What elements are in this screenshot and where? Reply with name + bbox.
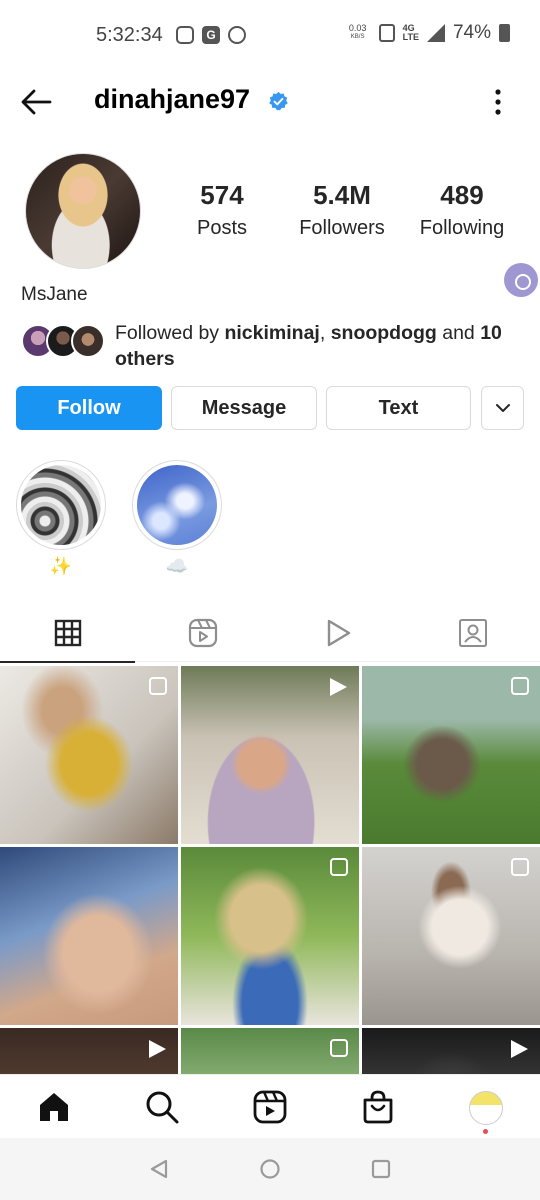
floating-assistive-button[interactable] bbox=[504, 263, 538, 297]
nav-search[interactable] bbox=[144, 1089, 180, 1125]
shopping-bag-icon bbox=[363, 1090, 393, 1124]
verified-badge-icon bbox=[269, 91, 288, 111]
stat-following[interactable]: 489 Following bbox=[414, 180, 510, 240]
stat-followers[interactable]: 5.4M Followers bbox=[292, 180, 392, 240]
instagram-notification-icon bbox=[176, 26, 194, 44]
post-thumbnail[interactable] bbox=[0, 847, 178, 1025]
followed-by-prefix: Followed by bbox=[115, 322, 225, 344]
reel-play-icon bbox=[330, 678, 347, 696]
tagged-person-icon bbox=[458, 619, 487, 647]
profile-header: dinahjane97 bbox=[0, 72, 540, 132]
tab-tagged[interactable] bbox=[405, 604, 540, 662]
nav-profile-avatar[interactable] bbox=[469, 1091, 503, 1125]
signal-icon bbox=[426, 24, 445, 42]
more-options-button[interactable] bbox=[484, 86, 512, 118]
status-bar: 5:32:34 G 0.03 KB/S 4G LTE 74% bbox=[0, 0, 540, 72]
google-notification-icon: G bbox=[202, 26, 220, 44]
followed-by-user-link[interactable]: snoopdogg bbox=[331, 322, 437, 344]
highlight-label: ✨ bbox=[49, 556, 73, 576]
play-icon bbox=[327, 619, 350, 647]
system-navigation-bar bbox=[0, 1138, 540, 1200]
stat-posts-value: 574 bbox=[200, 180, 244, 210]
grid-icon bbox=[54, 619, 81, 647]
mutual-avatar bbox=[71, 324, 105, 358]
tab-grid[interactable] bbox=[0, 604, 135, 663]
stat-posts[interactable]: 574 Posts bbox=[192, 180, 252, 240]
profile-username: dinahjane97 bbox=[94, 84, 251, 114]
post-thumbnail[interactable] bbox=[181, 1028, 359, 1076]
post-thumbnail[interactable] bbox=[362, 847, 540, 1025]
vertical-dots-icon bbox=[495, 89, 501, 115]
profile-display-name: MsJane bbox=[21, 284, 88, 305]
status-system-icons: 0.03 KB/S 4G LTE 74% bbox=[345, 22, 510, 44]
highlight-image bbox=[21, 465, 101, 545]
message-button[interactable]: Message bbox=[171, 386, 317, 430]
post-thumbnail[interactable] bbox=[0, 666, 178, 844]
followed-by-separator: , bbox=[319, 322, 331, 344]
posts-grid bbox=[0, 666, 540, 1076]
battery-level: 74% bbox=[452, 22, 491, 43]
followed-by-text: Followed by nickiminaj, snoopdogg and 10… bbox=[115, 320, 525, 372]
nav-home[interactable] bbox=[36, 1089, 72, 1125]
search-icon bbox=[146, 1091, 179, 1124]
followed-by-and: and bbox=[436, 322, 481, 344]
suggested-accounts-button[interactable] bbox=[481, 386, 524, 430]
highlight-label: ☁️ bbox=[165, 556, 189, 576]
notification-dot bbox=[483, 1129, 488, 1134]
status-time: 5:32:34 bbox=[96, 24, 163, 46]
battery-icon bbox=[499, 24, 510, 42]
home-circle-icon[interactable] bbox=[259, 1158, 281, 1180]
post-thumbnail[interactable] bbox=[181, 847, 359, 1025]
nfc-icon bbox=[378, 24, 395, 42]
mutual-followers-avatars bbox=[21, 324, 105, 360]
follow-button[interactable]: Follow bbox=[16, 386, 162, 430]
network-speed-value: 0.03 bbox=[348, 23, 367, 33]
carousel-icon bbox=[511, 677, 529, 695]
highlight-cover bbox=[16, 460, 106, 550]
carousel-icon bbox=[330, 1039, 348, 1057]
stat-following-value: 489 bbox=[440, 180, 484, 210]
stat-posts-label: Posts bbox=[196, 217, 248, 239]
reels-icon bbox=[188, 618, 217, 648]
tab-videos[interactable] bbox=[270, 604, 405, 662]
chevron-down-icon bbox=[495, 404, 510, 412]
back-triangle-icon[interactable] bbox=[148, 1158, 170, 1180]
carousel-icon bbox=[511, 858, 529, 876]
followed-by-user-link[interactable]: nickiminaj bbox=[224, 322, 319, 344]
back-button[interactable] bbox=[18, 84, 54, 120]
followed-by-row[interactable]: Followed by nickiminaj, snoopdogg and 10… bbox=[21, 320, 531, 370]
post-thumbnail[interactable] bbox=[362, 666, 540, 844]
network-speed: 0.03 KB/S bbox=[345, 24, 371, 42]
stat-followers-value: 5.4M bbox=[313, 180, 371, 210]
back-arrow-icon bbox=[21, 89, 52, 115]
status-notification-icons: G bbox=[176, 26, 246, 44]
post-thumbnail[interactable] bbox=[0, 1028, 178, 1076]
home-icon bbox=[40, 1093, 68, 1121]
story-highlight[interactable]: ☁️ bbox=[132, 460, 222, 577]
profile-tabs bbox=[0, 604, 540, 663]
bottom-navigation bbox=[0, 1074, 540, 1138]
story-highlight[interactable]: ✨ bbox=[16, 460, 106, 577]
reel-play-icon bbox=[511, 1040, 528, 1058]
stat-followers-label: Followers bbox=[299, 217, 385, 239]
reels-icon bbox=[253, 1090, 287, 1124]
nav-reels[interactable] bbox=[252, 1089, 288, 1125]
highlight-cover bbox=[132, 460, 222, 550]
recents-square-icon[interactable] bbox=[370, 1158, 392, 1180]
post-thumbnail[interactable] bbox=[181, 666, 359, 844]
reel-play-icon bbox=[149, 1040, 166, 1058]
tab-reels[interactable] bbox=[135, 604, 270, 662]
carousel-icon bbox=[330, 858, 348, 876]
network-speed-unit: KB/S bbox=[350, 34, 365, 40]
carousel-icon bbox=[149, 677, 167, 695]
nav-shop[interactable] bbox=[360, 1089, 396, 1125]
highlight-image bbox=[137, 465, 217, 545]
network-type: 4G LTE bbox=[402, 23, 419, 42]
text-button[interactable]: Text bbox=[326, 386, 471, 430]
record-notification-icon bbox=[228, 26, 246, 44]
post-thumbnail[interactable] bbox=[362, 1028, 540, 1076]
profile-avatar[interactable] bbox=[25, 153, 141, 269]
stat-following-label: Following bbox=[419, 217, 505, 239]
